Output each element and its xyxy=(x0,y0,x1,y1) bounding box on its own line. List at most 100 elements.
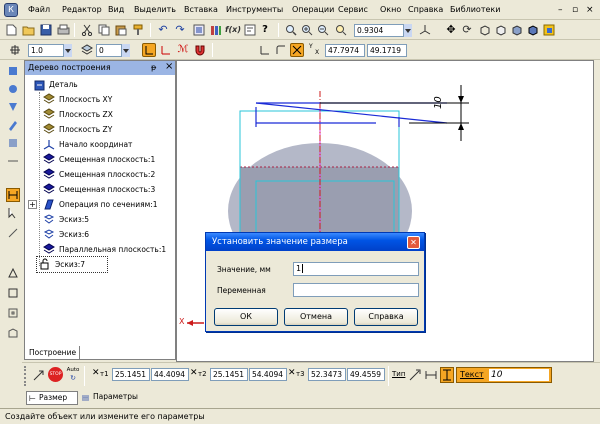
menu-libraries[interactable]: Библиотеки xyxy=(450,4,500,16)
save-icon[interactable] xyxy=(39,23,53,37)
format-painter-icon[interactable] xyxy=(131,23,145,37)
menu-select[interactable]: Выделить xyxy=(134,4,176,16)
close-icon[interactable]: × xyxy=(586,4,594,16)
tree-item[interactable]: Смещенная плоскость:3 xyxy=(25,182,175,197)
measure-tool-icon[interactable] xyxy=(6,154,20,168)
round-icon[interactable] xyxy=(274,43,288,57)
wireframe-icon[interactable] xyxy=(478,23,492,37)
spec-tool-icon[interactable] xyxy=(6,266,20,280)
menu-view[interactable]: Вид xyxy=(108,4,124,16)
dimension-width-icon[interactable] xyxy=(424,368,438,382)
t3-y-field[interactable]: 49.4559 xyxy=(347,368,385,381)
help-button[interactable]: Справка xyxy=(354,308,418,326)
menu-window[interactable]: Окно xyxy=(380,4,401,16)
layer-combo-arrow[interactable] xyxy=(121,44,130,57)
print-icon[interactable] xyxy=(56,23,70,37)
t2-y-field[interactable]: 54.4094 xyxy=(249,368,287,381)
tree-item[interactable]: Плоскость ZX xyxy=(25,107,175,122)
menu-tools[interactable]: Инструменты xyxy=(226,4,283,16)
reports-tool-icon[interactable] xyxy=(6,286,20,300)
menu-file[interactable]: Файл xyxy=(28,4,50,16)
macro-tool-icon[interactable] xyxy=(6,306,20,320)
coord-y-field[interactable]: 49.1719 xyxy=(367,44,407,57)
cut-icon[interactable] xyxy=(80,23,94,37)
close-icon[interactable]: × xyxy=(165,61,173,73)
zoom-window-icon[interactable] xyxy=(284,23,298,37)
context-help-icon[interactable]: ? xyxy=(258,23,272,37)
view-orientation-icon[interactable] xyxy=(418,23,432,37)
edit-tool-icon[interactable] xyxy=(6,118,20,132)
value-input[interactable]: 1 xyxy=(293,262,419,276)
new-document-icon[interactable] xyxy=(4,23,18,37)
perspective-icon[interactable] xyxy=(542,23,556,37)
tree-panel-tab[interactable]: Построение xyxy=(24,346,80,360)
tree-item[interactable]: Эскиз:5 xyxy=(25,212,175,227)
tree-item[interactable]: Смещенная плоскость:2 xyxy=(25,167,175,182)
restore-icon[interactable]: ▫ xyxy=(572,4,578,16)
zoom-all-icon[interactable] xyxy=(334,23,348,37)
dialog-close-button[interactable]: ✕ xyxy=(407,236,420,249)
tree-item[interactable]: Эскиз:7 xyxy=(36,256,108,273)
tree-item[interactable]: Начало координат xyxy=(25,137,175,152)
geometry-tool-icon[interactable] xyxy=(6,64,20,78)
t2-x-field[interactable]: 25.1451 xyxy=(210,368,248,381)
dimension-tool-icon[interactable] xyxy=(6,188,20,202)
function-icon[interactable]: f(x) xyxy=(225,23,241,37)
t1-x-field[interactable]: 25.1451 xyxy=(112,368,150,381)
tree-root[interactable]: Деталь xyxy=(25,78,175,92)
property-tab-params[interactable]: ▤ Параметры xyxy=(80,391,150,405)
variables-icon[interactable] xyxy=(243,23,257,37)
property-tab-size[interactable]: ⊢ Размер xyxy=(26,391,78,405)
zoom-combo-arrow[interactable] xyxy=(403,24,412,37)
magnet-icon[interactable] xyxy=(193,43,207,57)
library-icon[interactable] xyxy=(209,23,223,37)
select-tool-icon[interactable] xyxy=(6,206,20,220)
snap-icon[interactable]: ℳ xyxy=(176,43,190,57)
tree-expand-toggle[interactable]: + xyxy=(28,200,37,209)
pan-icon[interactable]: ✥ xyxy=(444,23,458,37)
zoom-out-icon[interactable] xyxy=(316,23,330,37)
open-folder-icon[interactable] xyxy=(21,23,35,37)
shaded-edges-icon[interactable] xyxy=(526,23,540,37)
tree-item[interactable]: Операция по сечениям:1 xyxy=(25,197,175,212)
tree-item[interactable]: Эскиз:6 xyxy=(25,227,175,242)
property-bar-grip[interactable] xyxy=(24,366,28,386)
params-tool-icon[interactable] xyxy=(6,136,20,150)
auto-button[interactable]: Auto ↻ xyxy=(65,366,81,382)
layers-icon[interactable] xyxy=(80,43,94,57)
pin-icon[interactable]: ᵽ xyxy=(151,62,156,74)
dimension-height-icon[interactable] xyxy=(440,367,454,383)
tree-item[interactable]: Плоскость ZY xyxy=(25,122,175,137)
local-cs-icon[interactable] xyxy=(159,43,173,57)
ok-button[interactable]: ОК xyxy=(214,308,278,326)
redo-icon[interactable]: ↷ xyxy=(173,23,187,37)
dimensions-tool-icon[interactable] xyxy=(6,82,20,96)
stop-button[interactable]: STOP xyxy=(48,367,63,382)
t3-x-field[interactable]: 52.3473 xyxy=(308,368,346,381)
type-icon[interactable] xyxy=(408,368,422,382)
constraint-tool-icon[interactable] xyxy=(6,226,20,240)
rotate-icon[interactable]: ⟳ xyxy=(460,23,474,37)
text-value-field[interactable]: 10 xyxy=(489,369,549,381)
menu-editor[interactable]: Редактор xyxy=(62,4,102,16)
manager-icon[interactable] xyxy=(192,23,206,37)
zoom-in-icon[interactable] xyxy=(300,23,314,37)
snap-grid-icon[interactable] xyxy=(8,43,22,57)
menu-service[interactable]: Сервис xyxy=(338,4,368,16)
copy-icon[interactable] xyxy=(97,23,111,37)
coord-x-field[interactable]: 47.7974 xyxy=(325,44,365,57)
cursor-pos-icon[interactable] xyxy=(258,43,272,57)
t1-y-field[interactable]: 44.4094 xyxy=(151,368,189,381)
tree-item[interactable]: Параллельная плоскость:1 xyxy=(25,242,175,257)
cancel-button[interactable]: Отмена xyxy=(284,308,348,326)
variable-input[interactable] xyxy=(293,283,419,297)
cursor-snap-icon[interactable] xyxy=(290,43,304,57)
create-object-icon[interactable] xyxy=(32,369,46,383)
symbols-tool-icon[interactable] xyxy=(6,100,20,114)
library-tool-icon[interactable] xyxy=(6,326,20,340)
paste-icon[interactable] xyxy=(114,23,128,37)
hidden-lines-icon[interactable] xyxy=(494,23,508,37)
tree-item[interactable]: Плоскость XY xyxy=(25,92,175,107)
menu-operations[interactable]: Операции xyxy=(292,4,334,16)
tree-item[interactable]: Смещенная плоскость:1 xyxy=(25,152,175,167)
